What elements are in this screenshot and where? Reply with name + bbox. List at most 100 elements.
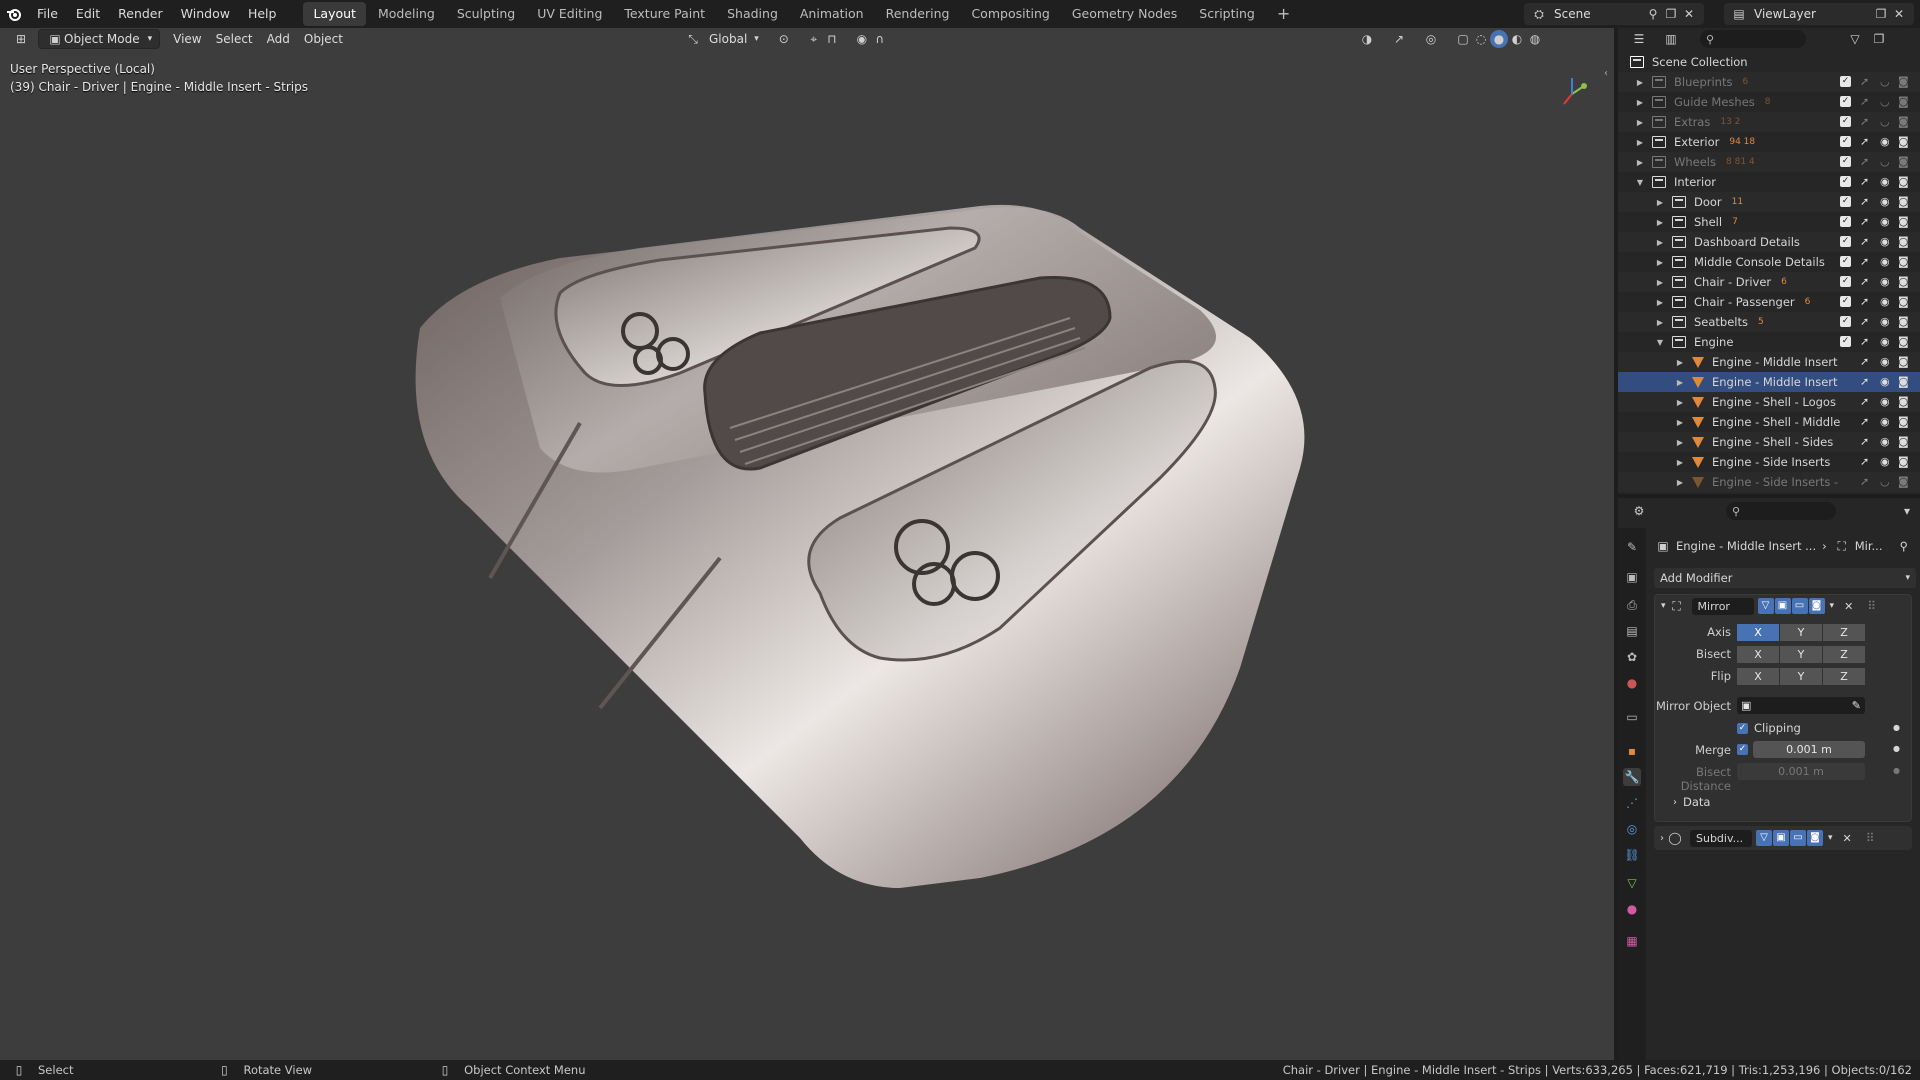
new-scene-icon[interactable]: ❐ [1662,5,1680,23]
collapse-chevron-icon[interactable]: ▾ [1661,601,1666,611]
gizmo-icon[interactable]: ↗ [1390,30,1408,48]
mode-selector[interactable]: ▣ Object Mode ▾ [38,29,161,49]
merge-checkbox[interactable]: ✓ [1737,744,1748,755]
workspace-tab-texture-paint[interactable]: Texture Paint [614,2,715,26]
scene-collection-row[interactable]: Scene Collection [1618,52,1920,72]
pin-icon[interactable]: ⚲ [1644,5,1662,23]
flip-z-toggle[interactable]: Z [1823,668,1865,685]
eye-icon[interactable]: ◉ [1880,175,1890,188]
navigation-gizmo-icon[interactable] [1552,72,1592,112]
particles-tab-icon[interactable]: ⋰ [1623,794,1641,812]
selectable-icon[interactable]: ➚ [1860,95,1869,108]
eye-icon[interactable]: ◉ [1880,335,1890,348]
workspace-tab-modeling[interactable]: Modeling [368,2,445,26]
rendered-shading-icon[interactable]: ◍ [1526,30,1544,48]
flip-y-toggle[interactable]: Y [1780,668,1822,685]
expand-right-icon[interactable]: ▶ [1634,138,1646,147]
eye-icon[interactable]: ◉ [1880,395,1890,408]
axis-x-toggle[interactable]: X [1737,624,1779,641]
workspace-tab-compositing[interactable]: Compositing [961,2,1059,26]
scene-selector[interactable]: ⛭ Scene ⚲ ❐ ✕ [1524,3,1704,25]
selectable-icon[interactable]: ➚ [1860,335,1869,348]
selectable-icon[interactable]: ➚ [1860,175,1869,188]
camera-icon[interactable]: ◙ [1898,255,1909,268]
display-mode-icon[interactable]: ▥ [1662,30,1680,48]
outliner-row[interactable]: ▶ Exterior 94 18 ✓ ➚ ◉ ◙ [1618,132,1920,152]
render-toggle-icon[interactable]: ◙ [1807,830,1823,846]
eye-icon[interactable]: ◉ [1880,315,1890,328]
cage-toggle-icon[interactable]: ▣ [1774,598,1791,614]
render-toggle-icon[interactable]: ◙ [1808,598,1825,614]
outliner-row[interactable]: ▶ Chair - Passenger 6 ✓ ➚ ◉ ◙ [1618,292,1920,312]
edit-mode-toggle-icon[interactable]: ▽ [1757,598,1774,614]
view-layer-selector[interactable]: ▤ ViewLayer ❐ ✕ [1724,3,1914,25]
expand-right-icon[interactable]: ▶ [1674,378,1686,387]
expand-right-icon[interactable]: ▶ [1654,298,1666,307]
exclude-checkbox[interactable]: ✓ [1840,136,1851,147]
bisect-y-toggle[interactable]: Y [1780,646,1822,663]
visibility-icon[interactable]: ◑ [1358,30,1376,48]
eye-icon[interactable]: ◉ [1880,235,1890,248]
viewport-menu-add[interactable]: Add [260,29,297,49]
render-tab-icon[interactable]: ▣ [1623,568,1641,586]
workspace-tab-shading[interactable]: Shading [717,2,788,26]
exclude-checkbox[interactable]: ✓ [1840,76,1851,87]
expand-right-icon[interactable]: ▶ [1654,258,1666,267]
expand-chevron-icon[interactable]: › [1660,833,1664,844]
solid-shading-icon[interactable]: ● [1490,30,1508,48]
expand-right-icon[interactable]: ▶ [1654,218,1666,227]
eye-icon[interactable]: ◡ [1880,475,1890,488]
menu-help[interactable]: Help [239,0,286,28]
eye-icon[interactable]: ◉ [1880,215,1890,228]
workspace-tab-uv-editing[interactable]: UV Editing [527,2,612,26]
eye-icon[interactable]: ◉ [1880,355,1890,368]
texture-tab-icon[interactable]: ▦ [1623,932,1641,950]
camera-icon[interactable]: ◙ [1898,395,1909,408]
expand-right-icon[interactable]: ▶ [1674,438,1686,447]
eye-icon[interactable]: ◉ [1880,375,1890,388]
outliner-row[interactable]: ▶ Blueprints 6 ✓ ➚ ◡ ◙ [1618,72,1920,92]
selectable-icon[interactable]: ➚ [1860,195,1869,208]
menu-window[interactable]: Window [172,0,239,28]
filter-icon[interactable]: ▽ [1846,30,1864,48]
constraints-tab-icon[interactable]: ⛓ [1623,846,1641,864]
properties-search-input[interactable]: ⚲ [1726,502,1836,520]
selectable-icon[interactable]: ➚ [1860,415,1869,428]
pin-icon[interactable]: ⚲ [1900,539,1908,553]
outliner-row[interactable]: ▶ Engine - Shell - Logos ➚ ◉ ◙ [1618,392,1920,412]
modifier-tab-icon[interactable]: 🔧 [1623,768,1641,786]
eye-icon[interactable]: ◉ [1880,275,1890,288]
selectable-icon[interactable]: ➚ [1860,395,1869,408]
camera-icon[interactable]: ◙ [1898,135,1909,148]
delete-modifier-icon[interactable]: ✕ [1843,832,1852,845]
expand-down-icon[interactable]: ▼ [1654,338,1666,347]
eye-icon[interactable]: ◉ [1880,195,1890,208]
output-tab-icon[interactable]: ⎙ [1623,596,1641,614]
camera-icon[interactable]: ◙ [1898,275,1909,288]
expand-right-icon[interactable]: ▶ [1654,318,1666,327]
viewport-menu-object[interactable]: Object [297,29,350,49]
editor-type-icon[interactable]: ⊞ [12,30,30,48]
outliner-row[interactable]: ▶ Chair - Driver 6 ✓ ➚ ◉ ◙ [1618,272,1920,292]
editor-type-icon[interactable]: ☰ [1630,30,1648,48]
exclude-checkbox[interactable]: ✓ [1840,316,1851,327]
dropdown-chevron-icon[interactable]: ▾ [1828,833,1833,843]
expand-right-icon[interactable]: ▶ [1634,118,1646,127]
expand-right-icon[interactable]: ▶ [1674,358,1686,367]
snap-target-icon[interactable]: ⊓ [823,30,841,48]
bisect-z-toggle[interactable]: Z [1823,646,1865,663]
exclude-checkbox[interactable]: ✓ [1840,276,1851,287]
physics-tab-icon[interactable]: ◎ [1623,820,1641,838]
expand-right-icon[interactable]: ▶ [1674,458,1686,467]
camera-icon[interactable]: ◙ [1898,75,1909,88]
selectable-icon[interactable]: ➚ [1860,435,1869,448]
workspace-tab-sculpting[interactable]: Sculpting [447,2,525,26]
viewport-menu-select[interactable]: Select [209,29,260,49]
keyframe-dot-icon[interactable]: ● [1893,766,1900,775]
selectable-icon[interactable]: ➚ [1860,475,1869,488]
camera-icon[interactable]: ◙ [1898,95,1909,108]
expand-right-icon[interactable]: ▶ [1634,78,1646,87]
add-modifier-button[interactable]: Add Modifier ▾ [1654,568,1916,588]
modifier-name-field[interactable]: Mirror [1691,597,1754,615]
camera-icon[interactable]: ◙ [1898,315,1909,328]
